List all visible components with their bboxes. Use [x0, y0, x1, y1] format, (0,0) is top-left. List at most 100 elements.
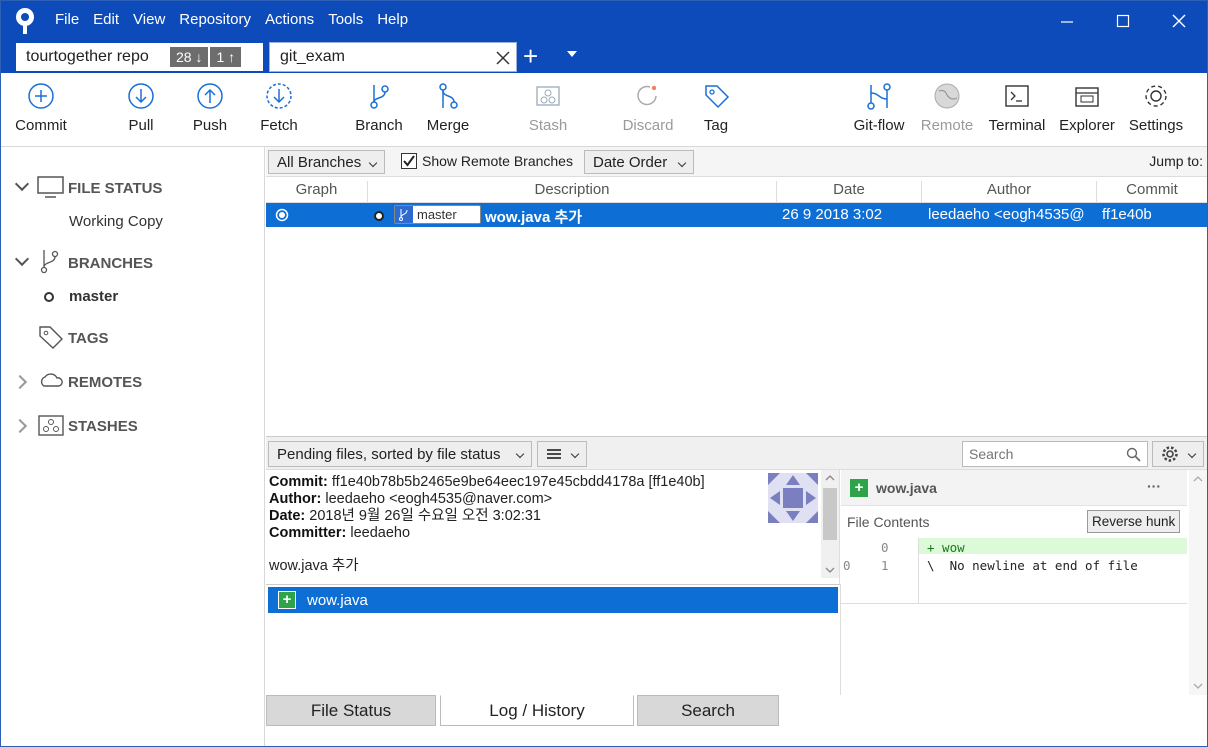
- settings-dropdown[interactable]: [1152, 441, 1204, 467]
- sort-order-dropdown[interactable]: Date Order: [584, 150, 694, 174]
- commit-label: Commit: [15, 117, 67, 134]
- commit-icon: [28, 83, 54, 109]
- tab-tourtogether[interactable]: tourtogether repo 28 ↓ 1 ↑: [15, 42, 264, 72]
- pull-button[interactable]: Pull: [106, 81, 176, 134]
- terminal-button[interactable]: Terminal: [982, 81, 1052, 134]
- sidebar-heading-branches: BRANCHES: [68, 254, 154, 272]
- diff-scrollbar[interactable]: [1189, 470, 1207, 697]
- view-mode-dropdown[interactable]: [537, 441, 587, 467]
- detail-commit-hash[interactable]: ff1e40b78b5b2465e9be64eec197e45cbdd4178a…: [332, 474, 705, 490]
- push-button[interactable]: Push: [175, 81, 245, 134]
- settings-button[interactable]: Settings: [1121, 81, 1191, 134]
- stash-button[interactable]: Stash: [513, 81, 583, 134]
- menu-view[interactable]: View: [133, 11, 173, 28]
- tag-icon: [705, 85, 730, 109]
- column-description[interactable]: Description: [368, 181, 777, 203]
- menu-help[interactable]: Help: [377, 11, 416, 28]
- column-date[interactable]: Date: [777, 181, 922, 203]
- tab-label: git_exam: [280, 48, 345, 65]
- branch-icon: [40, 250, 59, 274]
- minimize-button[interactable]: [1043, 3, 1091, 39]
- remote-button[interactable]: Remote: [912, 81, 982, 134]
- branch-label-badge: master: [394, 205, 481, 224]
- branch-filter-dropdown[interactable]: All Branches: [268, 150, 385, 174]
- sidebar-item-master[interactable]: master: [43, 288, 118, 305]
- tab-log-history[interactable]: Log / History: [440, 695, 634, 726]
- merge-label: Merge: [426, 117, 470, 134]
- explorer-button[interactable]: Explorer: [1052, 81, 1122, 134]
- folder-icon: [1075, 87, 1099, 107]
- gitflow-button[interactable]: Git-flow: [844, 81, 914, 134]
- changed-files-list: + wow.java: [266, 584, 841, 697]
- sidebar-item-working-copy[interactable]: Working Copy: [69, 213, 163, 230]
- column-commit[interactable]: Commit: [1097, 181, 1207, 203]
- globe-icon: [934, 83, 960, 109]
- commit-node-icon: [374, 211, 384, 221]
- menu-edit[interactable]: Edit: [93, 11, 127, 28]
- behind-badge: 28 ↓: [170, 47, 209, 67]
- sidebar-section-remotes[interactable]: REMOTES: [1, 371, 265, 393]
- sidebar-section-stashes[interactable]: STASHES: [1, 415, 265, 437]
- detail-date-label: Date:: [269, 508, 306, 524]
- add-tab-icon[interactable]: +: [523, 43, 538, 69]
- chevron-down-icon: [570, 449, 580, 459]
- commit-date: 26 9 2018 3:02: [782, 206, 883, 223]
- stash-icon: [536, 86, 560, 106]
- maximize-button[interactable]: [1099, 3, 1147, 39]
- discard-button[interactable]: Discard: [613, 81, 683, 134]
- commit-hash: ff1e40b: [1102, 206, 1152, 223]
- close-window-button[interactable]: [1155, 3, 1203, 39]
- reverse-hunk-button[interactable]: Reverse hunk: [1087, 510, 1181, 533]
- menu-actions[interactable]: Actions: [265, 11, 322, 28]
- close-tab-icon[interactable]: [496, 51, 510, 65]
- details-scrollbar[interactable]: [821, 470, 839, 578]
- tab-file-status[interactable]: File Status: [266, 695, 436, 726]
- pending-files-dropdown[interactable]: Pending files, sorted by file status: [268, 441, 532, 467]
- menu-repository[interactable]: Repository: [179, 11, 259, 28]
- menu-file[interactable]: File: [55, 11, 87, 28]
- search-box[interactable]: [962, 441, 1148, 467]
- commit-row[interactable]: master wow.java 추가 26 9 2018 3:02 leedae…: [266, 203, 1207, 227]
- tab-list-chevron-icon[interactable]: [567, 51, 577, 57]
- tag-button[interactable]: Tag: [681, 81, 751, 134]
- gitflow-icon: [867, 83, 891, 110]
- main-panel: All Branches Show Remote Branches Date O…: [266, 147, 1207, 746]
- diff-header: + wow.java ···: [841, 470, 1187, 506]
- commit-button[interactable]: Commit: [6, 81, 76, 134]
- chevron-up-icon[interactable]: [825, 474, 835, 482]
- avatar: [768, 473, 818, 523]
- scrollbar-thumb[interactable]: [823, 488, 837, 540]
- discard-icon: [637, 85, 657, 106]
- merge-button[interactable]: Merge: [413, 81, 483, 134]
- fetch-button[interactable]: Fetch: [244, 81, 314, 134]
- sidebar-section-tags[interactable]: TAGS: [1, 326, 265, 349]
- chevron-up-icon[interactable]: [1193, 475, 1203, 483]
- column-graph[interactable]: Graph: [266, 181, 368, 203]
- tab-git-exam[interactable]: git_exam: [269, 42, 517, 72]
- app-window: File Edit View Repository Actions Tools …: [0, 0, 1208, 747]
- more-options-icon[interactable]: ···: [1147, 478, 1161, 494]
- tab-search[interactable]: Search: [637, 695, 779, 726]
- diff-file-name: wow.java: [876, 479, 937, 496]
- toolbar: Commit Pull Push Fetch Branch Merge Stas…: [1, 73, 1207, 147]
- detail-commit-label: Commit:: [269, 474, 328, 490]
- stash-icon: [38, 415, 64, 436]
- menu-tools[interactable]: Tools: [328, 11, 371, 28]
- chevron-down-icon[interactable]: [1193, 682, 1203, 690]
- sidebar-section-branches[interactable]: BRANCHES: [1, 250, 265, 274]
- gitflow-label: Git-flow: [853, 117, 905, 134]
- diff-line-text: + wow: [927, 540, 965, 555]
- chevron-down-icon[interactable]: [825, 566, 835, 574]
- discard-label: Discard: [622, 117, 674, 134]
- list-item[interactable]: + wow.java: [268, 587, 838, 613]
- search-input[interactable]: [969, 443, 1119, 465]
- sidebar-heading-remotes: REMOTES: [68, 373, 143, 391]
- show-remote-checkbox[interactable]: Show Remote Branches: [401, 153, 573, 169]
- sidebar-heading-stashes: STASHES: [68, 417, 138, 435]
- ahead-badge: 1 ↑: [210, 47, 242, 67]
- head-marker-icon: [275, 208, 289, 222]
- sidebar-heading-file-status: FILE STATUS: [68, 179, 163, 197]
- column-author[interactable]: Author: [922, 181, 1097, 203]
- branch-button[interactable]: Branch: [344, 81, 414, 134]
- sidebar-section-file-status[interactable]: FILE STATUS: [1, 176, 265, 199]
